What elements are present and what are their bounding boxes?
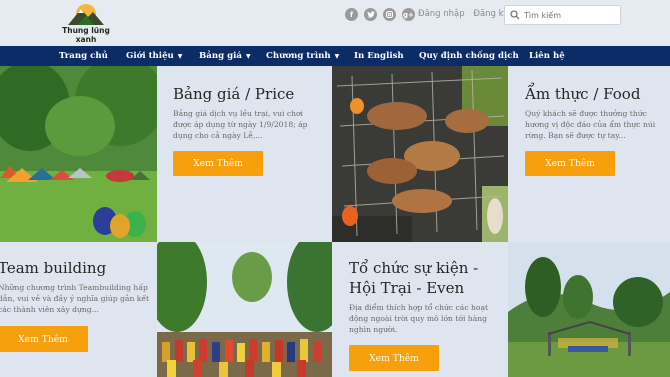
read-more-button[interactable]: Xem Thêm bbox=[349, 345, 439, 371]
instagram-icon[interactable] bbox=[383, 8, 396, 21]
bbq-grill-photo[interactable] bbox=[332, 66, 508, 242]
nav-item-label: In English bbox=[354, 51, 404, 61]
search-icon[interactable] bbox=[510, 10, 520, 20]
social-links: f g+ bbox=[345, 8, 415, 21]
nav-item-home[interactable]: Trang chủ bbox=[59, 51, 108, 61]
nav-item-label: Chương trình bbox=[266, 51, 331, 61]
search-input[interactable] bbox=[524, 8, 618, 22]
facebook-icon[interactable]: f bbox=[345, 8, 358, 21]
nav-item-label: Giới thiệu bbox=[126, 51, 174, 61]
card-title: Bảng giá / Price bbox=[173, 85, 295, 103]
chevron-down-icon: ▼ bbox=[245, 53, 251, 60]
price-card: Bảng giá / Price Bảng giá dịch vụ lều tr… bbox=[157, 66, 332, 242]
chevron-down-icon: ▼ bbox=[177, 53, 183, 60]
auth-links: Đăng nhập Đăng ký bbox=[418, 9, 514, 19]
nav-item-programs[interactable]: Chương trình ▼ bbox=[266, 51, 339, 61]
nav-item-label: Liên hệ bbox=[529, 51, 565, 61]
team-building-card: Team building Những chương trình Teambui… bbox=[0, 242, 157, 377]
food-card: Ẩm thực / Food Quý khách sẽ được thưởng … bbox=[508, 66, 670, 242]
nav-item-contact[interactable]: Liên hệ bbox=[529, 51, 565, 61]
google-plus-icon[interactable]: g+ bbox=[402, 8, 415, 21]
camp-tents-photo[interactable] bbox=[0, 66, 157, 242]
nav-item-covid-rules[interactable]: Quy định chống dịch bbox=[419, 51, 519, 61]
logo-text: Thung lũng xanh bbox=[62, 26, 110, 44]
content-grid: Bảng giá / Price Bảng giá dịch vụ lều tr… bbox=[0, 66, 670, 377]
nav-item-label: Quy định chống dịch bbox=[419, 51, 519, 61]
nav-item-label: Trang chủ bbox=[59, 51, 108, 61]
event-venue-photo[interactable] bbox=[508, 242, 670, 377]
card-description: Địa điểm thích hợp tổ chức các hoạt động… bbox=[349, 303, 489, 334]
nav-item-about[interactable]: Giới thiệu ▼ bbox=[126, 51, 182, 61]
read-more-button[interactable]: Xem Thêm bbox=[173, 151, 263, 176]
site-logo[interactable]: Thung lũng xanh bbox=[52, 3, 120, 44]
read-more-button[interactable]: Xem Thêm bbox=[0, 326, 88, 352]
site-header: Thung lũng xanh f g+ Đăng nhập Đăng ký bbox=[0, 0, 670, 46]
search-box bbox=[504, 5, 621, 25]
team-crowd-photo[interactable] bbox=[157, 242, 332, 377]
nav-item-pricing[interactable]: Bảng giá ▼ bbox=[199, 51, 251, 61]
card-description: Những chương trình Teambuilding hấp dẫn,… bbox=[0, 283, 150, 314]
card-description: Quý khách sẽ được thưởng thức hương vị đ… bbox=[525, 109, 656, 140]
card-title: Ẩm thực / Food bbox=[525, 85, 641, 103]
main-nav: Trang chủ Giới thiệu ▼ Bảng giá ▼ Chương t… bbox=[0, 46, 670, 66]
nav-item-label: Bảng giá bbox=[199, 51, 242, 61]
twitter-icon[interactable] bbox=[364, 8, 377, 21]
card-title: Team building bbox=[0, 259, 107, 277]
events-card: Tổ chức sự kiện - Hội Trại - Even Địa đi… bbox=[332, 242, 508, 377]
logo-mountain-icon bbox=[68, 4, 104, 25]
chevron-down-icon: ▼ bbox=[334, 53, 340, 60]
login-link[interactable]: Đăng nhập bbox=[418, 9, 465, 19]
card-title: Tổ chức sự kiện - Hội Trại - Even bbox=[349, 259, 479, 297]
card-description: Bảng giá dịch vụ lều trại, vui chơi được… bbox=[173, 109, 308, 140]
read-more-button[interactable]: Xem Thêm bbox=[525, 151, 615, 176]
nav-item-english[interactable]: In English bbox=[354, 51, 404, 61]
